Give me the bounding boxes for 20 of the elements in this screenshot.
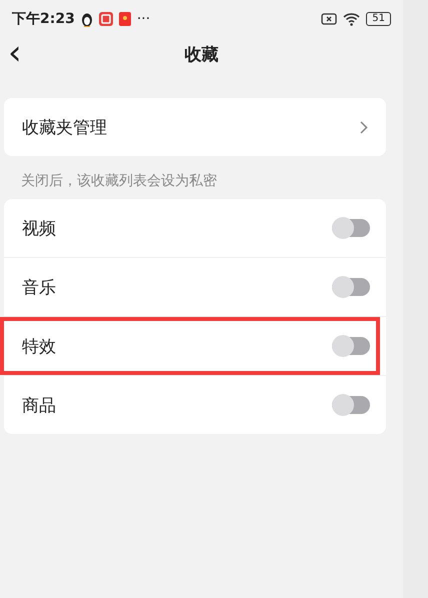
wifi-icon: [343, 12, 360, 26]
toggle-label: 视频: [22, 218, 57, 240]
status-time: 下午2:23: [12, 10, 75, 28]
toggle-switch[interactable]: [332, 396, 370, 414]
back-button[interactable]: ‹: [4, 38, 26, 68]
penguin-icon: [80, 12, 93, 26]
chevron-right-icon: [360, 120, 368, 134]
toggle-switch[interactable]: [332, 337, 370, 355]
privacy-note: 关闭后，该收藏列表会设为私密: [20, 172, 218, 191]
toggle-label: 商品: [22, 394, 57, 416]
toggle-switch[interactable]: [332, 278, 370, 296]
sim-off-icon: [321, 13, 338, 25]
toggle-label: 特效: [22, 336, 57, 358]
toggle-switch[interactable]: [332, 219, 370, 237]
battery-level: 51: [366, 12, 391, 26]
shopping-app-icon: [98, 12, 113, 26]
toggle-label: 音乐: [22, 276, 57, 298]
more-indicator: ···: [136, 11, 150, 27]
envelope-app-icon: [118, 12, 131, 26]
page-title: 收藏: [184, 44, 218, 66]
